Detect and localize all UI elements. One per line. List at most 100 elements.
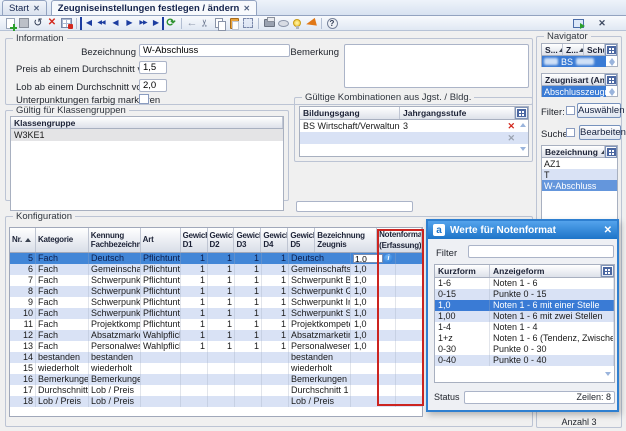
table-row[interactable]: 14 bestanden bestanden bestanden — [10, 352, 422, 363]
table-settings-button[interactable] — [601, 265, 614, 277]
tab-close-icon[interactable]: ✕ — [243, 4, 250, 13]
delete-row-icon[interactable]: ✕ — [505, 121, 517, 132]
zeugnisart-row[interactable]: Abschlusszeugnis — [542, 86, 606, 97]
school-sort1-column-header[interactable]: S...1 — [542, 44, 563, 55]
notenformat-cell[interactable] — [351, 396, 396, 407]
notenformat-cell[interactable]: 1,0 — [351, 264, 396, 275]
list-scrollbar[interactable] — [606, 56, 617, 68]
table-row[interactable]: 12 Fach Absatzmarketi... Wahlpflich... 1… — [10, 330, 422, 341]
edit-table-icon[interactable] — [59, 17, 73, 30]
detach-window-icon[interactable] — [571, 17, 585, 30]
table-row[interactable]: 7 Fach Schwerpunkt ... Pflichtunt 1 1 1 … — [10, 275, 422, 286]
nav-next-icon[interactable]: ▶ — [122, 17, 136, 30]
bearbeiten-button[interactable]: Bearbeiten — [579, 125, 621, 140]
suche-checkbox[interactable] — [566, 128, 575, 137]
notenformat-column-header[interactable]: Notenformat(Erfassung) — [377, 228, 422, 252]
notenformat-value[interactable]: 1,0 — [353, 330, 368, 341]
list-scrollbar[interactable] — [606, 86, 617, 98]
bezeichnung-row[interactable]: T — [542, 169, 617, 180]
schule-column-header[interactable]: Schule — [584, 44, 605, 55]
notenformat-row[interactable]: 1,0 Noten 1 - 6 mit einer Stelle — [435, 300, 614, 311]
kombination-row[interactable]: BS Wirtschaft/Verwaltung 3 ✕ — [300, 120, 528, 132]
table-settings-button[interactable] — [515, 107, 528, 119]
table-row[interactable]: 11 Fach Projektkompet... Pflichtunt 1 1 … — [10, 319, 422, 330]
klassengruppe-column-header[interactable]: Klassengruppe — [11, 117, 283, 128]
tab-close-icon[interactable]: ✕ — [33, 4, 40, 13]
notenformat-cell[interactable] — [351, 352, 396, 363]
gewicht-d5-column-header[interactable]: GewichtD5 — [288, 228, 315, 252]
notenformat-cell[interactable]: 1,0 i — [351, 253, 396, 264]
list-scrollbar[interactable] — [602, 370, 613, 380]
table-settings-button[interactable] — [605, 44, 617, 56]
gewicht-d3-column-header[interactable]: GewichtD3 — [234, 228, 261, 252]
filter-checkbox[interactable] — [566, 106, 575, 115]
scroll-down-control[interactable] — [517, 144, 528, 156]
notenformat-row[interactable]: 1-6 Noten 1 - 6 — [435, 278, 614, 289]
notenformat-value[interactable]: 1,0 — [353, 254, 383, 263]
table-row[interactable]: 8 Fach Schwerpunkt ... Pflichtunt 1 1 1 … — [10, 286, 422, 297]
nav-last-icon[interactable]: ▶ — [150, 17, 164, 30]
notenformat-cell[interactable]: 1,0 — [351, 308, 396, 319]
kombination-empty-row[interactable]: ✕ — [300, 132, 528, 144]
table-row[interactable]: 13 Fach Personalwesen Wahlpflich... 1 1 … — [10, 341, 422, 352]
notenformat-cell[interactable] — [351, 385, 396, 396]
view-icon[interactable] — [276, 17, 290, 30]
help-icon[interactable]: ? — [325, 17, 339, 30]
zeugnisart-column-header[interactable]: Zeugnisart (Anzeige... — [542, 74, 605, 85]
new-record-icon[interactable] — [3, 17, 17, 30]
nav-first-icon[interactable]: ◀ — [80, 17, 94, 30]
table-row[interactable]: 9 Fach Schwerpunkt I... Pflichtunt 1 1 1… — [10, 297, 422, 308]
table-settings-button[interactable] — [605, 74, 617, 86]
table-settings-button[interactable] — [605, 146, 617, 158]
refresh-icon[interactable]: ⟳ — [164, 17, 178, 30]
select-range-icon[interactable] — [241, 17, 255, 30]
notenformat-cell[interactable]: 1,0 — [351, 319, 396, 330]
notenformat-cell[interactable]: 1,0 — [351, 330, 396, 341]
notenformat-value[interactable]: 1,0 — [353, 275, 368, 286]
tab-zeugniseinstellungen[interactable]: Zeugniseinstellungen festlegen / ändern … — [51, 0, 257, 15]
back-arrow-icon[interactable]: ← — [185, 17, 199, 30]
table-row[interactable]: 10 Fach Schwerpunkt ... Pflichtunt 1 1 1… — [10, 308, 422, 319]
kennung-column-header[interactable]: KennungFachbezeichnung — [89, 228, 141, 252]
bemerkung-textarea[interactable] — [344, 44, 529, 88]
table-row[interactable]: 6 Fach Gemeinschafts... Pflichtunt 1 1 1… — [10, 264, 422, 275]
delete-record-icon[interactable]: ✕ — [45, 17, 59, 30]
art-column-header[interactable]: Art — [141, 228, 181, 252]
notenformat-row[interactable]: 0-30 Punkte 0 - 30 — [435, 344, 614, 355]
kurzform-column-header[interactable]: Kurzform — [435, 265, 490, 277]
notenformat-row[interactable]: 0-40 Punkte 0 - 40 — [435, 355, 614, 366]
info-icon[interactable]: i — [384, 254, 393, 263]
notenformat-value[interactable]: 1,0 — [353, 308, 368, 319]
notenformat-value[interactable]: 1,0 — [353, 297, 368, 308]
notenformat-cell[interactable]: 1,0 — [351, 286, 396, 297]
bezeichnung-row[interactable]: AZ1 — [542, 158, 617, 169]
notenformat-cell[interactable] — [351, 374, 396, 385]
anzeigeform-column-header[interactable]: Anzeigeform — [490, 265, 601, 277]
notenformat-cell[interactable]: 1,0 — [351, 341, 396, 352]
gewicht-d4-column-header[interactable]: GewichtD4 — [261, 228, 288, 252]
notenformat-row[interactable]: 0-15 Punkte 0 - 15 — [435, 289, 614, 300]
notenformat-value[interactable]: 1,0 — [353, 286, 368, 297]
table-row[interactable]: 15 wiederholt wiederholt wiederholt — [10, 363, 422, 374]
nav-fast-next-icon[interactable]: ▶▶ — [136, 17, 150, 30]
unterpunktungen-checkbox[interactable] — [139, 94, 149, 104]
save-icon[interactable] — [17, 17, 31, 30]
scroll-up-control[interactable] — [517, 120, 528, 132]
nav-fast-prev-icon[interactable]: ◀◀ — [94, 17, 108, 30]
nr-column-header[interactable]: Nr. — [10, 228, 36, 252]
notenformat-cell[interactable]: 1,0 — [351, 297, 396, 308]
lob-input[interactable] — [139, 79, 167, 92]
table-row[interactable]: 5 Fach Deutsch Pflichtunt 1 1 1 1 Deutsc… — [10, 253, 422, 264]
hint-bulb-icon[interactable] — [290, 17, 304, 30]
dialog-close-icon[interactable]: ✕ — [604, 225, 612, 236]
undo-icon[interactable]: ↺ — [31, 17, 45, 30]
school-sort2-column-header[interactable]: Z...2 — [563, 44, 584, 55]
bezeichnung-column-header[interactable]: Bezeichnung — [542, 146, 605, 157]
close-pane-icon[interactable]: ✕ — [595, 17, 609, 30]
notenformat-cell[interactable]: 1,0 — [351, 275, 396, 286]
tab-start[interactable]: Start ✕ — [2, 0, 47, 15]
jahrgangsstufe-column-header[interactable]: Jahrgangsstufe — [400, 107, 515, 119]
gewicht-d2-column-header[interactable]: GewichtD2 — [208, 228, 235, 252]
notenformat-value[interactable]: 1,0 — [353, 264, 368, 275]
megaphone-icon[interactable] — [304, 17, 318, 30]
